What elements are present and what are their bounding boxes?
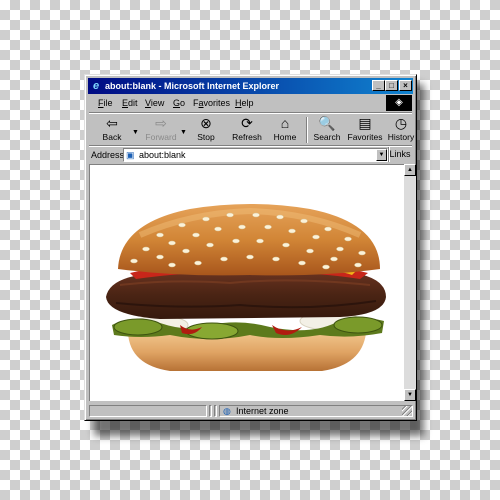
arrow-down-icon: ▼	[407, 392, 413, 398]
toolbar-separator	[306, 117, 307, 143]
back-button[interactable]: ⇦ Back	[95, 115, 129, 145]
close-button[interactable]: ×	[399, 80, 412, 91]
search-button[interactable]: 🔍 Search	[310, 115, 344, 145]
page-content	[89, 164, 404, 401]
forward-dropdown-icon[interactable]: ▼	[180, 129, 187, 136]
ie-throbber-logo: ◈	[386, 95, 412, 111]
menu-edit[interactable]: Edit	[122, 97, 138, 109]
favorites-icon: ▤	[358, 115, 372, 131]
resize-grip-icon[interactable]	[402, 406, 412, 416]
address-input[interactable]: ▣ about:blank ▼	[123, 148, 388, 162]
globe-icon: ◍	[223, 406, 231, 416]
menu-help[interactable]: Help	[235, 97, 254, 109]
address-value[interactable]: about:blank	[139, 150, 186, 161]
stop-icon: ⊗	[200, 115, 212, 131]
refresh-icon: ⟳	[241, 115, 253, 131]
back-arrow-icon: ⇦	[106, 115, 118, 131]
address-bar: Address ▣ about:blank ▼ Links	[89, 145, 412, 164]
zone-label: Internet zone	[236, 406, 289, 416]
scroll-down-button[interactable]: ▼	[404, 389, 416, 401]
menu-go[interactable]: Go	[173, 97, 185, 109]
arrow-up-icon: ▲	[407, 167, 413, 173]
status-bar: ◍ Internet zone	[89, 404, 413, 418]
stop-button[interactable]: ⊗ Stop	[190, 115, 222, 145]
window-title: about:blank - Microsoft Internet Explore…	[105, 81, 280, 91]
history-icon: ◷	[394, 115, 408, 131]
windows-logo-icon: ◈	[395, 97, 403, 108]
forward-arrow-icon: ⇨	[155, 115, 167, 131]
cheeseburger-image	[106, 204, 386, 371]
forward-button[interactable]: ⇨ Forward	[141, 115, 181, 145]
links-button[interactable]: Links	[388, 147, 411, 162]
maximize-icon: □	[389, 81, 394, 90]
home-button[interactable]: ⌂ Home	[269, 115, 301, 145]
chevron-down-icon: ▼	[378, 152, 385, 158]
close-icon: ×	[403, 81, 408, 90]
minimize-icon: _	[376, 81, 381, 90]
standard-toolbar: ⇦ Back ▼ ⇨ Forward ▼ ⊗ Stop ⟳ Refresh ⌂ …	[89, 112, 414, 145]
title-bar[interactable]: e about:blank - Microsoft Internet Explo…	[88, 78, 413, 94]
menu-file[interactable]: File	[98, 97, 113, 109]
status-panel-3	[214, 405, 217, 417]
ie-e-icon: e	[92, 80, 100, 92]
page-icon: ▣	[126, 150, 135, 160]
search-icon: 🔍	[318, 115, 336, 131]
menu-view[interactable]: View	[145, 97, 164, 109]
address-dropdown-button[interactable]: ▼	[376, 149, 387, 161]
browser-window: e about:blank - Microsoft Internet Explo…	[84, 74, 417, 421]
menu-bar: File Edit View Go Favorites Help	[89, 95, 412, 111]
refresh-button[interactable]: ⟳ Refresh	[228, 115, 266, 145]
back-dropdown-icon[interactable]: ▼	[132, 129, 139, 136]
address-label: Address	[91, 150, 125, 160]
minimize-button[interactable]: _	[372, 80, 385, 91]
favorites-button[interactable]: ▤ Favorites	[345, 115, 385, 145]
maximize-button[interactable]: □	[385, 80, 398, 91]
history-button[interactable]: ◷ History	[385, 115, 417, 145]
status-zone-panel: ◍ Internet zone	[219, 405, 413, 417]
vertical-scrollbar[interactable]: ▲ ▼	[404, 164, 416, 401]
home-icon: ⌂	[280, 115, 290, 131]
status-panel-2	[209, 405, 212, 417]
scroll-up-button[interactable]: ▲	[404, 164, 416, 176]
status-panel-main	[89, 405, 207, 417]
menu-favorites[interactable]: Favorites	[193, 97, 230, 109]
